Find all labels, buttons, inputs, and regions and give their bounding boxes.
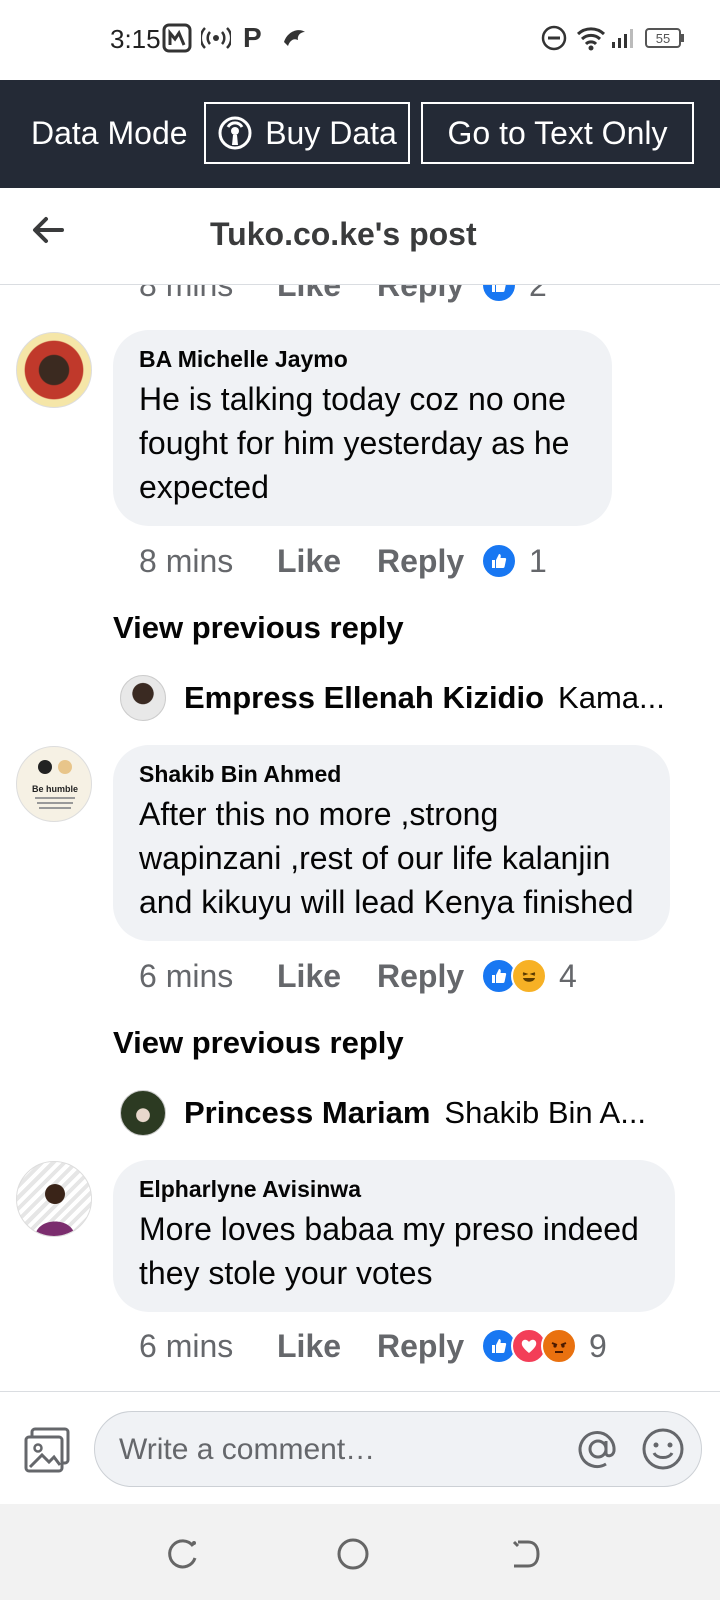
post-header: Tuko.co.ke's post	[0, 188, 720, 285]
avatar[interactable]: Be humble	[16, 746, 92, 822]
comment-author[interactable]: BA Michelle Jaymo	[139, 346, 586, 373]
reply-button[interactable]: Reply	[377, 543, 481, 580]
angry-reaction-icon	[541, 1328, 577, 1364]
photo-icon[interactable]	[22, 1425, 72, 1475]
reaction-count: 2	[529, 285, 547, 304]
reaction-icons	[481, 285, 517, 303]
comments-list[interactable]: 8 mins Like Reply 2 BA Michelle Jaymo He…	[0, 285, 720, 1391]
page-title: Tuko.co.ke's post	[210, 216, 477, 252]
avatar[interactable]	[16, 1161, 92, 1237]
comment-input[interactable]	[117, 1430, 541, 1470]
mention-icon[interactable]	[575, 1426, 621, 1472]
comment-time: 6 mins	[139, 1327, 234, 1364]
emoji-icon[interactable]	[640, 1426, 686, 1472]
reaction-count: 1	[529, 542, 547, 579]
broadcast-icon	[201, 22, 231, 54]
broadcast-icon	[218, 116, 252, 150]
comment-actions: 6 mins Like Reply 4	[139, 956, 577, 996]
comment-author[interactable]: Shakib Bin Ahmed	[139, 761, 644, 788]
comment-time: 8 mins	[139, 542, 234, 579]
battery-icon: 55	[645, 22, 685, 54]
comment-author[interactable]: Elpharlyne Avisinwa	[139, 1176, 649, 1203]
reply-button[interactable]: Reply	[377, 1328, 481, 1365]
avatar[interactable]	[120, 1090, 166, 1136]
status-bar: 3:15 P 55	[0, 0, 720, 80]
buy-data-label: Buy Data	[265, 114, 397, 151]
comment-time: 6 mins	[139, 957, 234, 994]
reply-button[interactable]: Reply	[377, 958, 481, 995]
comment-bubble: Elpharlyne Avisinwa More loves babaa my …	[113, 1160, 675, 1312]
like-button[interactable]: Like	[277, 958, 377, 995]
comment-bubble: Shakib Bin Ahmed After this no more ,str…	[113, 745, 670, 941]
text-only-button[interactable]: Go to Text Only	[421, 102, 694, 164]
like-button[interactable]: Like	[277, 543, 377, 580]
system-nav-bar	[0, 1504, 720, 1600]
comment-text: He is talking today coz no one fought fo…	[139, 381, 570, 505]
view-previous-reply-link[interactable]: View previous reply	[113, 610, 404, 646]
signal-icon	[610, 22, 638, 54]
like-button[interactable]: Like	[277, 285, 377, 304]
reaction-icons	[481, 1328, 577, 1364]
avatar[interactable]	[16, 332, 92, 408]
avatar[interactable]	[120, 675, 166, 721]
battery-level: 55	[656, 31, 670, 46]
recent-apps-icon[interactable]	[163, 1534, 203, 1574]
comment-actions: 6 mins Like Reply 9	[139, 1326, 607, 1366]
like-reaction-icon	[481, 543, 517, 579]
gallery-app-icon	[162, 22, 192, 54]
home-icon[interactable]	[333, 1534, 373, 1574]
reply-button[interactable]: Reply	[377, 285, 481, 304]
reaction-count: 9	[589, 1327, 607, 1364]
status-time: 3:15	[110, 24, 161, 54]
comment-text: After this no more ,strong wapinzani ,re…	[139, 796, 634, 920]
avatar-logo-text: Be humble	[32, 784, 78, 794]
data-mode-label: Data Mode	[31, 115, 188, 151]
reaction-icons	[481, 543, 517, 579]
comment-time: 8 mins	[139, 285, 277, 304]
reaction-icons	[481, 958, 547, 994]
reply-author[interactable]: Empress Ellenah Kizidio	[184, 680, 544, 716]
reaction-count: 4	[559, 957, 577, 994]
comment-bubble: BA Michelle Jaymo He is talking today co…	[113, 330, 612, 526]
comment-actions: 8 mins Like Reply 1	[139, 541, 547, 581]
do-not-disturb-icon	[540, 22, 568, 54]
buy-data-button[interactable]: Buy Data	[204, 102, 410, 164]
back-arrow-icon[interactable]	[30, 212, 66, 248]
reply-author[interactable]: Princess Mariam	[184, 1095, 430, 1131]
comment-text: More loves babaa my preso indeed they st…	[139, 1211, 639, 1291]
haha-reaction-icon	[511, 958, 547, 994]
reply-preview[interactable]: Empress Ellenah Kizidio Kama...	[120, 673, 665, 723]
comment-composer	[0, 1391, 720, 1505]
wifi-icon	[576, 22, 606, 54]
comment-actions: 8 mins Like Reply 2	[139, 285, 547, 305]
reply-snippet: Kama...	[558, 680, 665, 715]
reply-preview[interactable]: Princess Mariam Shakib Bin A...	[120, 1088, 646, 1138]
text-only-label: Go to Text Only	[447, 114, 668, 151]
p-app-icon: P	[243, 22, 262, 53]
data-mode-bar: Data Mode Buy Data Go to Text Only	[0, 80, 720, 188]
reply-snippet: Shakib Bin A...	[444, 1095, 647, 1130]
like-button[interactable]: Like	[277, 1328, 377, 1365]
view-previous-reply-link[interactable]: View previous reply	[113, 1025, 404, 1061]
comment-input-box[interactable]	[94, 1411, 702, 1487]
back-nav-icon[interactable]	[504, 1534, 544, 1574]
like-reaction-icon	[481, 285, 517, 303]
bird-app-icon	[280, 22, 308, 54]
